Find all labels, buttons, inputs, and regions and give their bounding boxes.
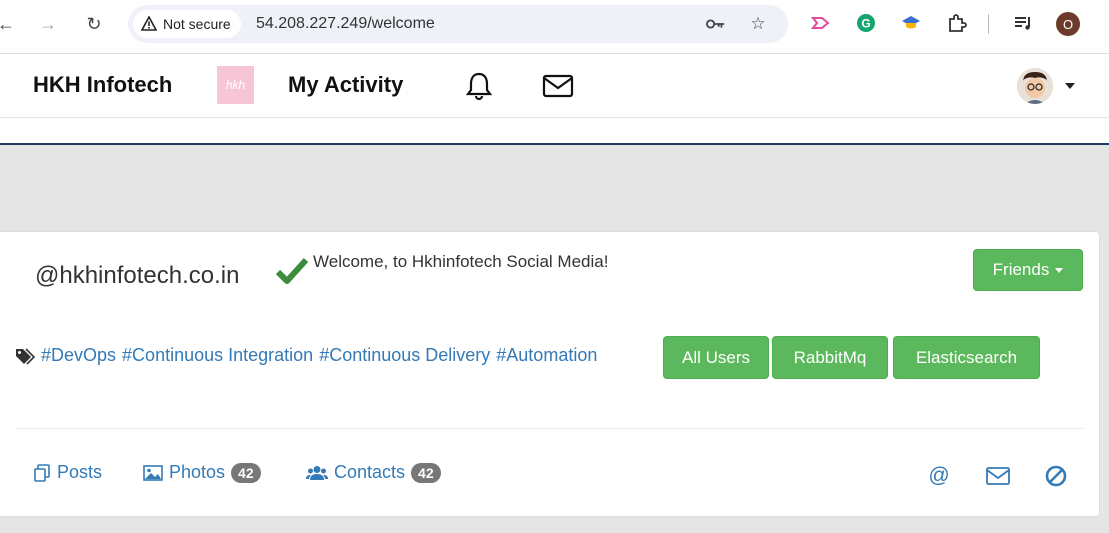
rabbitmq-button[interactable]: RabbitMq bbox=[772, 336, 888, 379]
browser-toolbar: ← → ↻ Not secure 54.208.227.249/welcome … bbox=[0, 0, 1109, 54]
users-icon bbox=[306, 465, 328, 480]
hashtag-link[interactable]: #Automation bbox=[496, 345, 597, 366]
caret-down-icon bbox=[1055, 267, 1064, 273]
friends-dropdown-button[interactable]: Friends bbox=[973, 249, 1083, 291]
star-icon[interactable]: ☆ bbox=[748, 14, 768, 34]
key-icon[interactable] bbox=[706, 14, 726, 34]
profile-card: @hkhinfotech.co.in Welcome, to Hkhinfote… bbox=[0, 231, 1100, 517]
welcome-message: Welcome, to Hkhinfotech Social Media! bbox=[313, 252, 609, 271]
at-icon[interactable]: @ bbox=[927, 464, 951, 488]
hashtag-link[interactable]: #Continuous Integration bbox=[122, 345, 313, 366]
check-icon bbox=[275, 257, 309, 284]
url-text[interactable]: 54.208.227.249/welcome bbox=[256, 15, 435, 33]
graduation-cap-icon[interactable] bbox=[900, 12, 922, 34]
tab-posts-label: Posts bbox=[57, 462, 103, 482]
avatar[interactable] bbox=[1017, 68, 1053, 104]
brand-name[interactable]: HKH Infotech bbox=[33, 72, 172, 98]
security-label: Not secure bbox=[163, 16, 231, 32]
mail-icon[interactable] bbox=[542, 70, 574, 102]
brand-logo[interactable]: hkh bbox=[217, 66, 254, 104]
reload-icon[interactable]: ↻ bbox=[82, 12, 106, 36]
header-divider bbox=[0, 117, 1109, 118]
bell-icon[interactable] bbox=[463, 70, 495, 102]
contacts-count-badge: 42 bbox=[411, 462, 441, 483]
card-divider bbox=[15, 428, 1083, 429]
image-icon bbox=[143, 464, 163, 481]
tab-photos[interactable]: Photos 42 bbox=[143, 462, 261, 483]
extension-arrow-icon[interactable] bbox=[810, 12, 832, 34]
tab-contacts-label: Contacts bbox=[334, 462, 406, 482]
chevron-down-icon[interactable] bbox=[1065, 83, 1075, 89]
profile-username: @hkhinfotech.co.in bbox=[35, 262, 240, 289]
tab-contacts[interactable]: Contacts 42 bbox=[306, 462, 441, 483]
tab-posts[interactable]: Posts bbox=[33, 462, 102, 483]
tags-row: #DevOps #Continuous Integration #Continu… bbox=[15, 345, 597, 366]
envelope-icon[interactable] bbox=[986, 464, 1010, 488]
grammarly-icon[interactable]: G bbox=[855, 12, 877, 34]
app-header: HKH Infotech hkh My Activity bbox=[0, 54, 1109, 118]
back-icon[interactable]: ← bbox=[0, 12, 18, 36]
security-chip[interactable]: Not secure bbox=[133, 10, 241, 38]
photos-count-badge: 42 bbox=[231, 462, 261, 483]
reading-list-icon[interactable] bbox=[1012, 12, 1034, 34]
all-users-button[interactable]: All Users bbox=[663, 336, 769, 379]
extension-icon[interactable] bbox=[946, 12, 968, 34]
friends-label: Friends bbox=[992, 260, 1050, 279]
elasticsearch-button[interactable]: Elasticsearch bbox=[893, 336, 1040, 379]
address-bar[interactable]: Not secure 54.208.227.249/welcome ☆ bbox=[128, 5, 788, 43]
copy-icon bbox=[34, 463, 50, 482]
ban-icon[interactable] bbox=[1044, 464, 1068, 488]
svg-text:G: G bbox=[861, 17, 870, 31]
toolbar-separator bbox=[988, 14, 989, 34]
tab-photos-label: Photos bbox=[169, 462, 226, 482]
browser-profile-avatar[interactable]: O bbox=[1056, 12, 1080, 36]
forward-icon[interactable]: → bbox=[36, 12, 60, 36]
my-activity-link[interactable]: My Activity bbox=[288, 72, 403, 98]
hashtag-link[interactable]: #Continuous Delivery bbox=[319, 345, 490, 366]
tags-icon bbox=[16, 347, 35, 365]
hashtag-link[interactable]: #DevOps bbox=[41, 345, 116, 366]
warning-icon bbox=[141, 16, 157, 31]
